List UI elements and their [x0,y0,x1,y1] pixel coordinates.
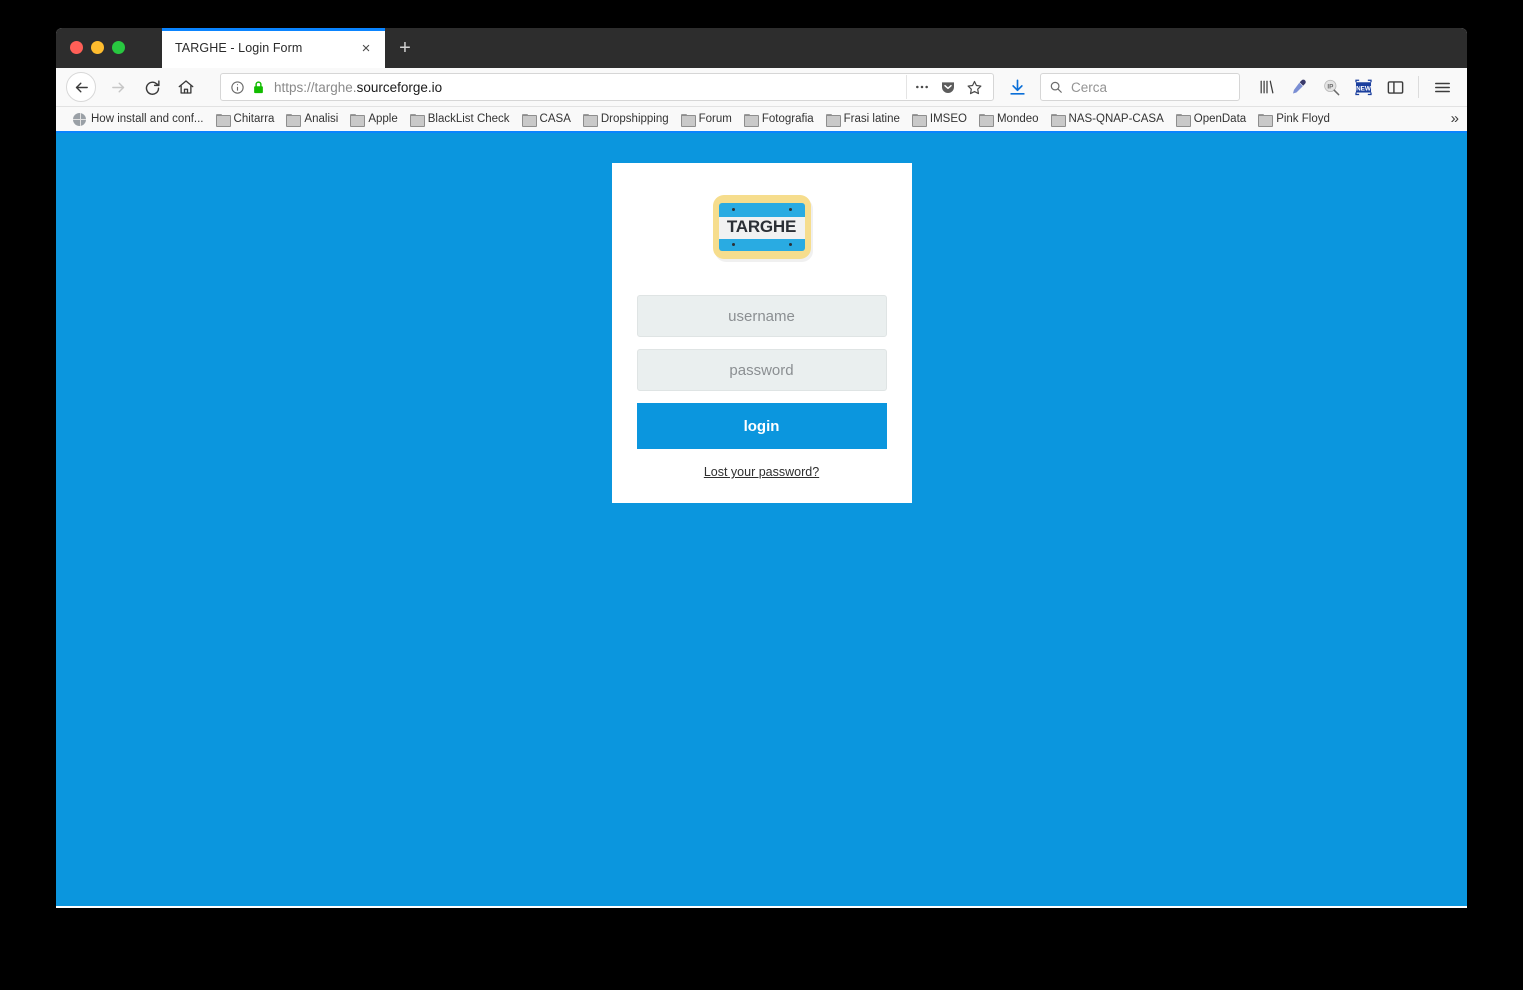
login-button[interactable]: login [636,403,887,449]
username-input[interactable] [636,295,887,337]
forward-icon[interactable] [102,72,134,102]
page-viewport: TARGHE login Lost your password? [56,133,1467,906]
bookmarks-bar: How install and conf... Chitarra Analisi Ap… [56,107,1467,133]
search-icon [1049,80,1063,94]
bookmark-label: How install and conf... [91,113,204,125]
hamburger-menu-icon[interactable] [1427,72,1457,102]
folder-icon [978,113,994,127]
home-icon[interactable] [170,72,202,102]
reload-icon[interactable] [136,72,168,102]
new-badge-icon[interactable]: NEW [1348,72,1378,102]
bookmark-label: Chitarra [233,113,275,125]
plate-screw-top-right [788,208,792,211]
folder-icon [1175,113,1191,127]
tab-targhe-login-form[interactable]: TARGHE - Login Form × [162,28,385,68]
eyedropper-icon[interactable] [1284,72,1314,102]
bookmark-item[interactable]: Analisi [281,111,343,127]
pocket-icon[interactable] [935,75,961,99]
back-icon[interactable] [66,72,96,102]
search-placeholder: Cerca [1071,79,1108,95]
minimize-window-button[interactable] [91,41,104,54]
tab-title: TARGHE - Login Form [175,41,303,55]
bookmark-item[interactable]: Fotografia [739,111,819,127]
info-icon[interactable] [230,80,245,95]
bookmark-item[interactable]: How install and conf... [68,111,209,128]
bookmark-item[interactable]: Pink Floyd [1253,111,1335,127]
plate-body: TARGHE [718,203,805,251]
bookmark-label: Analisi [304,113,339,125]
tab-strip: TARGHE - Login Form × + [56,28,1467,68]
folder-icon [743,113,759,127]
bookmark-item[interactable]: Apple [345,111,402,127]
bookmark-label: Apple [368,113,398,125]
bookmark-item[interactable]: CASA [517,111,576,127]
bookmark-star-icon[interactable] [961,75,987,99]
page-actions-icon[interactable] [909,75,935,99]
folder-icon [286,113,302,127]
folder-icon [680,113,696,127]
bookmark-item[interactable]: Chitarra [211,111,280,127]
folder-icon [825,113,841,127]
license-plate-logo-icon: TARGHE [712,195,811,259]
folder-icon [409,113,425,127]
url-text: https://targhe.sourceforge.io [274,79,443,95]
library-icon[interactable] [1252,72,1282,102]
svg-text:NEW: NEW [1356,86,1371,93]
close-tab-icon[interactable]: × [357,39,375,57]
lost-password-link[interactable]: Lost your password? [704,465,819,479]
toolbar-divider [1418,76,1419,98]
folder-icon [582,113,598,127]
folder-icon [1258,113,1274,127]
toolbar-extension-icons: IP NEW [1252,72,1457,102]
bookmark-item[interactable]: OpenData [1171,111,1251,127]
close-window-button[interactable] [70,41,83,54]
login-card: TARGHE login Lost your password? [611,163,912,503]
browser-window: TARGHE - Login Form × + https://targhe.s… [56,28,1467,908]
navigation-toolbar: https://targhe.sourceforge.io Cerca IP N… [56,68,1467,107]
browser-search-bar[interactable]: Cerca [1040,73,1240,101]
ip-lookup-icon[interactable]: IP [1316,72,1346,102]
folder-icon [911,113,927,127]
sidebar-icon[interactable] [1380,72,1410,102]
password-input[interactable] [636,349,887,391]
bookmark-label: OpenData [1193,113,1247,125]
svg-text:IP: IP [1327,83,1333,90]
bookmark-label: BlackList Check [427,113,510,125]
zoom-window-button[interactable] [112,41,125,54]
plate-screw-bottom-right [788,243,792,246]
bookmark-item[interactable]: Forum [676,111,737,127]
folder-icon [1050,113,1066,127]
bookmark-item[interactable]: IMSEO [907,111,972,127]
bookmark-item[interactable]: Frasi latine [821,111,905,127]
new-tab-button[interactable]: + [393,37,417,61]
folder-icon [215,113,231,127]
bookmark-item[interactable]: Mondeo [974,111,1044,127]
plate-screw-top-left [731,208,735,211]
downloads-icon[interactable] [1002,72,1032,102]
folder-icon [350,113,366,127]
window-traffic-lights [70,41,125,54]
bookmark-item[interactable]: BlackList Check [405,111,515,127]
bookmark-label: IMSEO [929,113,967,125]
bookmark-label: CASA [539,113,571,125]
plate-screw-bottom-left [731,243,735,246]
secure-lock-icon [252,80,265,95]
bookmark-label: Fotografia [761,113,814,125]
logo-text: TARGHE [726,217,797,236]
folder-icon [521,113,537,127]
bookmark-item[interactable]: NAS-QNAP-CASA [1046,111,1169,127]
globe-icon [73,112,86,126]
bookmark-label: Frasi latine [843,113,900,125]
bookmark-label: Pink Floyd [1276,113,1330,125]
address-bar[interactable]: https://targhe.sourceforge.io [220,73,994,101]
bookmark-item[interactable]: Dropshipping [578,111,674,127]
bookmark-label: Mondeo [996,113,1039,125]
address-bar-actions [906,75,987,99]
bookmarks-overflow-button[interactable]: » [1451,109,1459,129]
bookmark-label: Dropshipping [600,113,669,125]
bookmark-label: Forum [698,113,732,125]
bookmark-label: NAS-QNAP-CASA [1068,113,1164,125]
